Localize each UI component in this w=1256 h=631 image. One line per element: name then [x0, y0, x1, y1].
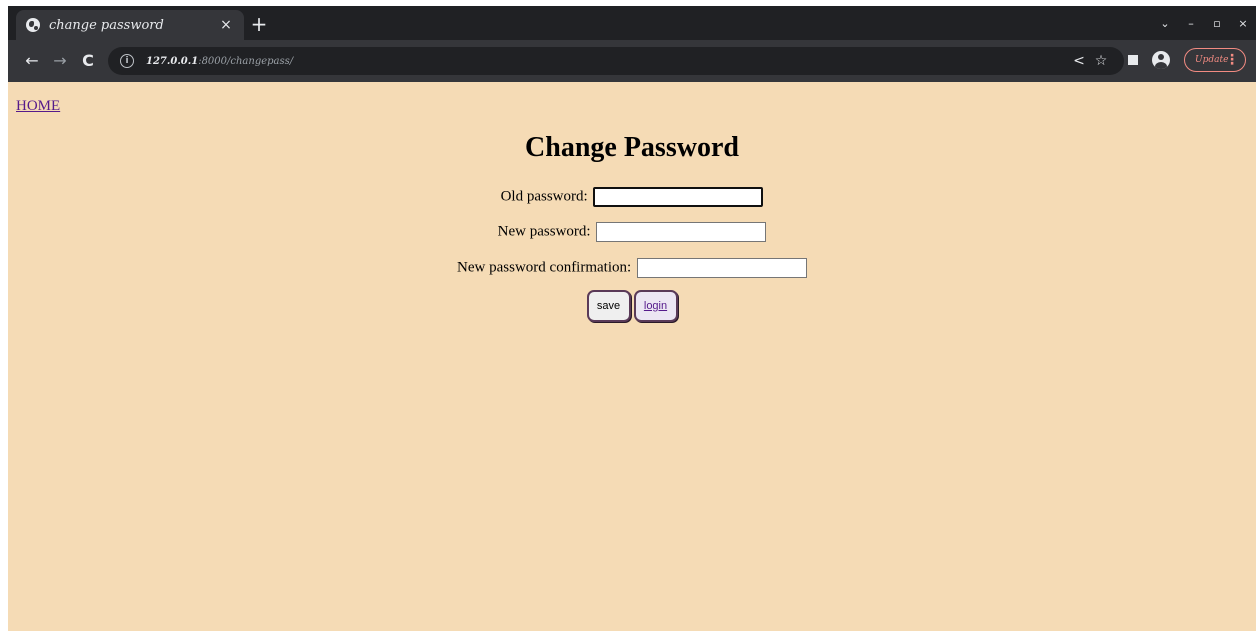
update-label: Update	[1195, 55, 1229, 65]
url-text[interactable]: 127.0.0.1:8000/changepass/	[146, 56, 1068, 67]
forward-icon[interactable]: →	[50, 51, 70, 71]
login-button[interactable]: login	[633, 290, 678, 322]
update-button[interactable]: Update ⋮	[1184, 48, 1246, 72]
old-password-input[interactable]	[593, 186, 764, 207]
bookmark-star-icon[interactable]: ☆	[1090, 53, 1112, 69]
tab-change-password[interactable]: change password ×	[16, 10, 244, 40]
old-password-row: Old password:	[8, 186, 1256, 207]
old-password-label: Old password:	[500, 188, 588, 205]
minimize-icon[interactable]: –	[1178, 17, 1204, 30]
address-bar[interactable]: i 127.0.0.1:8000/changepass/ < ☆	[108, 47, 1124, 75]
url-host: 127.0.0.1	[146, 55, 199, 67]
new-password-input[interactable]	[596, 221, 767, 242]
confirm-password-label: New password confirmation:	[457, 259, 632, 276]
tab-strip: change password × + ⌄ – ▫ ×	[8, 6, 1256, 40]
close-window-icon[interactable]: ×	[1230, 17, 1256, 30]
back-icon[interactable]: ←	[22, 51, 42, 71]
new-password-row: New password:	[8, 221, 1256, 242]
page-content: HOME Change Password Old password: New p…	[8, 82, 1256, 631]
browser-toolbar: ← → C i 127.0.0.1:8000/changepass/ < ☆ U…	[8, 40, 1256, 82]
reload-icon[interactable]: C	[78, 51, 98, 71]
tab-title: change password	[49, 17, 164, 33]
save-button[interactable]: save	[586, 290, 631, 322]
tab-close-icon[interactable]: ×	[218, 17, 234, 33]
form-actions: save login	[8, 290, 1256, 322]
share-icon[interactable]: <	[1068, 53, 1090, 69]
window-controls: ⌄ – ▫ ×	[1152, 6, 1256, 40]
menu-dots-icon[interactable]: ⋮	[1225, 51, 1239, 69]
new-password-label: New password:	[497, 223, 591, 240]
confirm-password-row: New password confirmation:	[8, 257, 1256, 278]
side-panel-icon[interactable]	[1128, 55, 1138, 65]
profile-avatar-icon[interactable]	[1152, 51, 1170, 69]
new-tab-button[interactable]: +	[248, 13, 270, 35]
login-link[interactable]: login	[644, 300, 667, 312]
home-link[interactable]: HOME	[16, 98, 60, 115]
site-info-icon[interactable]: i	[120, 54, 134, 68]
globe-icon	[26, 18, 40, 32]
page-title: Change Password	[525, 132, 739, 163]
tab-search-icon[interactable]: ⌄	[1152, 17, 1178, 30]
browser-window: change password × + ⌄ – ▫ × ← → C i 127.…	[8, 6, 1256, 631]
url-path: :8000/changepass/	[198, 55, 294, 67]
confirm-password-input[interactable]	[636, 257, 807, 278]
maximize-icon[interactable]: ▫	[1204, 17, 1230, 30]
